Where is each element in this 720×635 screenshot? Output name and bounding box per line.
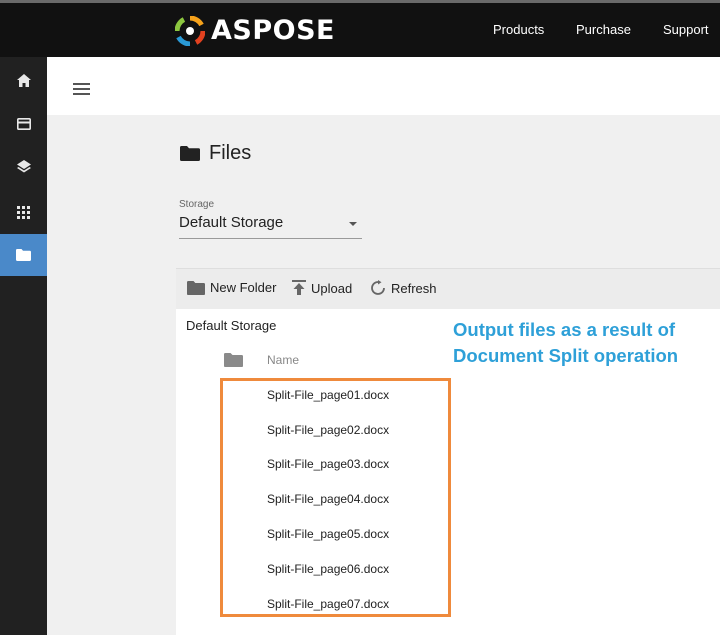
nav-products-link[interactable]: Products (493, 22, 544, 37)
refresh-label: Refresh (391, 280, 437, 296)
storage-label: Storage (179, 199, 215, 210)
folder-icon (16, 249, 31, 261)
upload-label: Upload (311, 280, 353, 296)
upload-button[interactable]: Upload (292, 280, 352, 296)
sidebar-item-files[interactable] (0, 234, 47, 276)
nav-purchase-link[interactable]: Purchase (576, 22, 631, 37)
folder-column-icon (224, 353, 243, 372)
name-column-header[interactable]: Name (267, 353, 299, 367)
aspose-logo[interactable]: ASPOSE (175, 15, 335, 46)
refresh-button[interactable]: Refresh (370, 280, 437, 296)
app-header (47, 57, 720, 115)
folder-title-icon (180, 146, 200, 161)
annotation-callout: Output files as a result of Document Spl… (453, 317, 678, 369)
layers-icon (16, 160, 31, 173)
apps-grid-icon (17, 205, 30, 219)
sidebar-item-card[interactable] (0, 103, 47, 145)
nav-support-link[interactable]: Support (663, 22, 709, 37)
sidebar (0, 57, 47, 635)
refresh-icon (371, 280, 385, 295)
annotation-line-2: Document Split operation (453, 345, 679, 366)
card-icon (16, 118, 31, 130)
chevron-down-icon (349, 222, 357, 226)
new-folder-button[interactable]: New Folder (187, 280, 276, 295)
output-files-highlight (220, 378, 451, 617)
brand-name: ASPOSE (211, 15, 335, 46)
annotation-line-1: Output files as a result of (453, 319, 676, 340)
storage-select-value: Default Storage (179, 214, 284, 231)
sidebar-item-home[interactable] (0, 59, 47, 101)
new-folder-icon (187, 280, 205, 295)
breadcrumb[interactable]: Default Storage (186, 318, 276, 333)
page-title-text: Files (209, 142, 252, 164)
aspose-logo-icon (175, 15, 205, 46)
file-toolbar: New Folder Upload Refresh (176, 268, 720, 310)
sidebar-item-layers[interactable] (0, 146, 47, 188)
sidebar-item-apps[interactable] (0, 191, 47, 233)
menu-icon[interactable] (73, 83, 90, 96)
home-icon (16, 73, 31, 87)
storage-select[interactable]: Default Storage (179, 214, 362, 239)
page-title: Files (180, 142, 251, 165)
top-navbar: ASPOSE Products Purchase Support (0, 3, 720, 57)
upload-icon (292, 280, 306, 295)
new-folder-label: New Folder (210, 280, 277, 295)
